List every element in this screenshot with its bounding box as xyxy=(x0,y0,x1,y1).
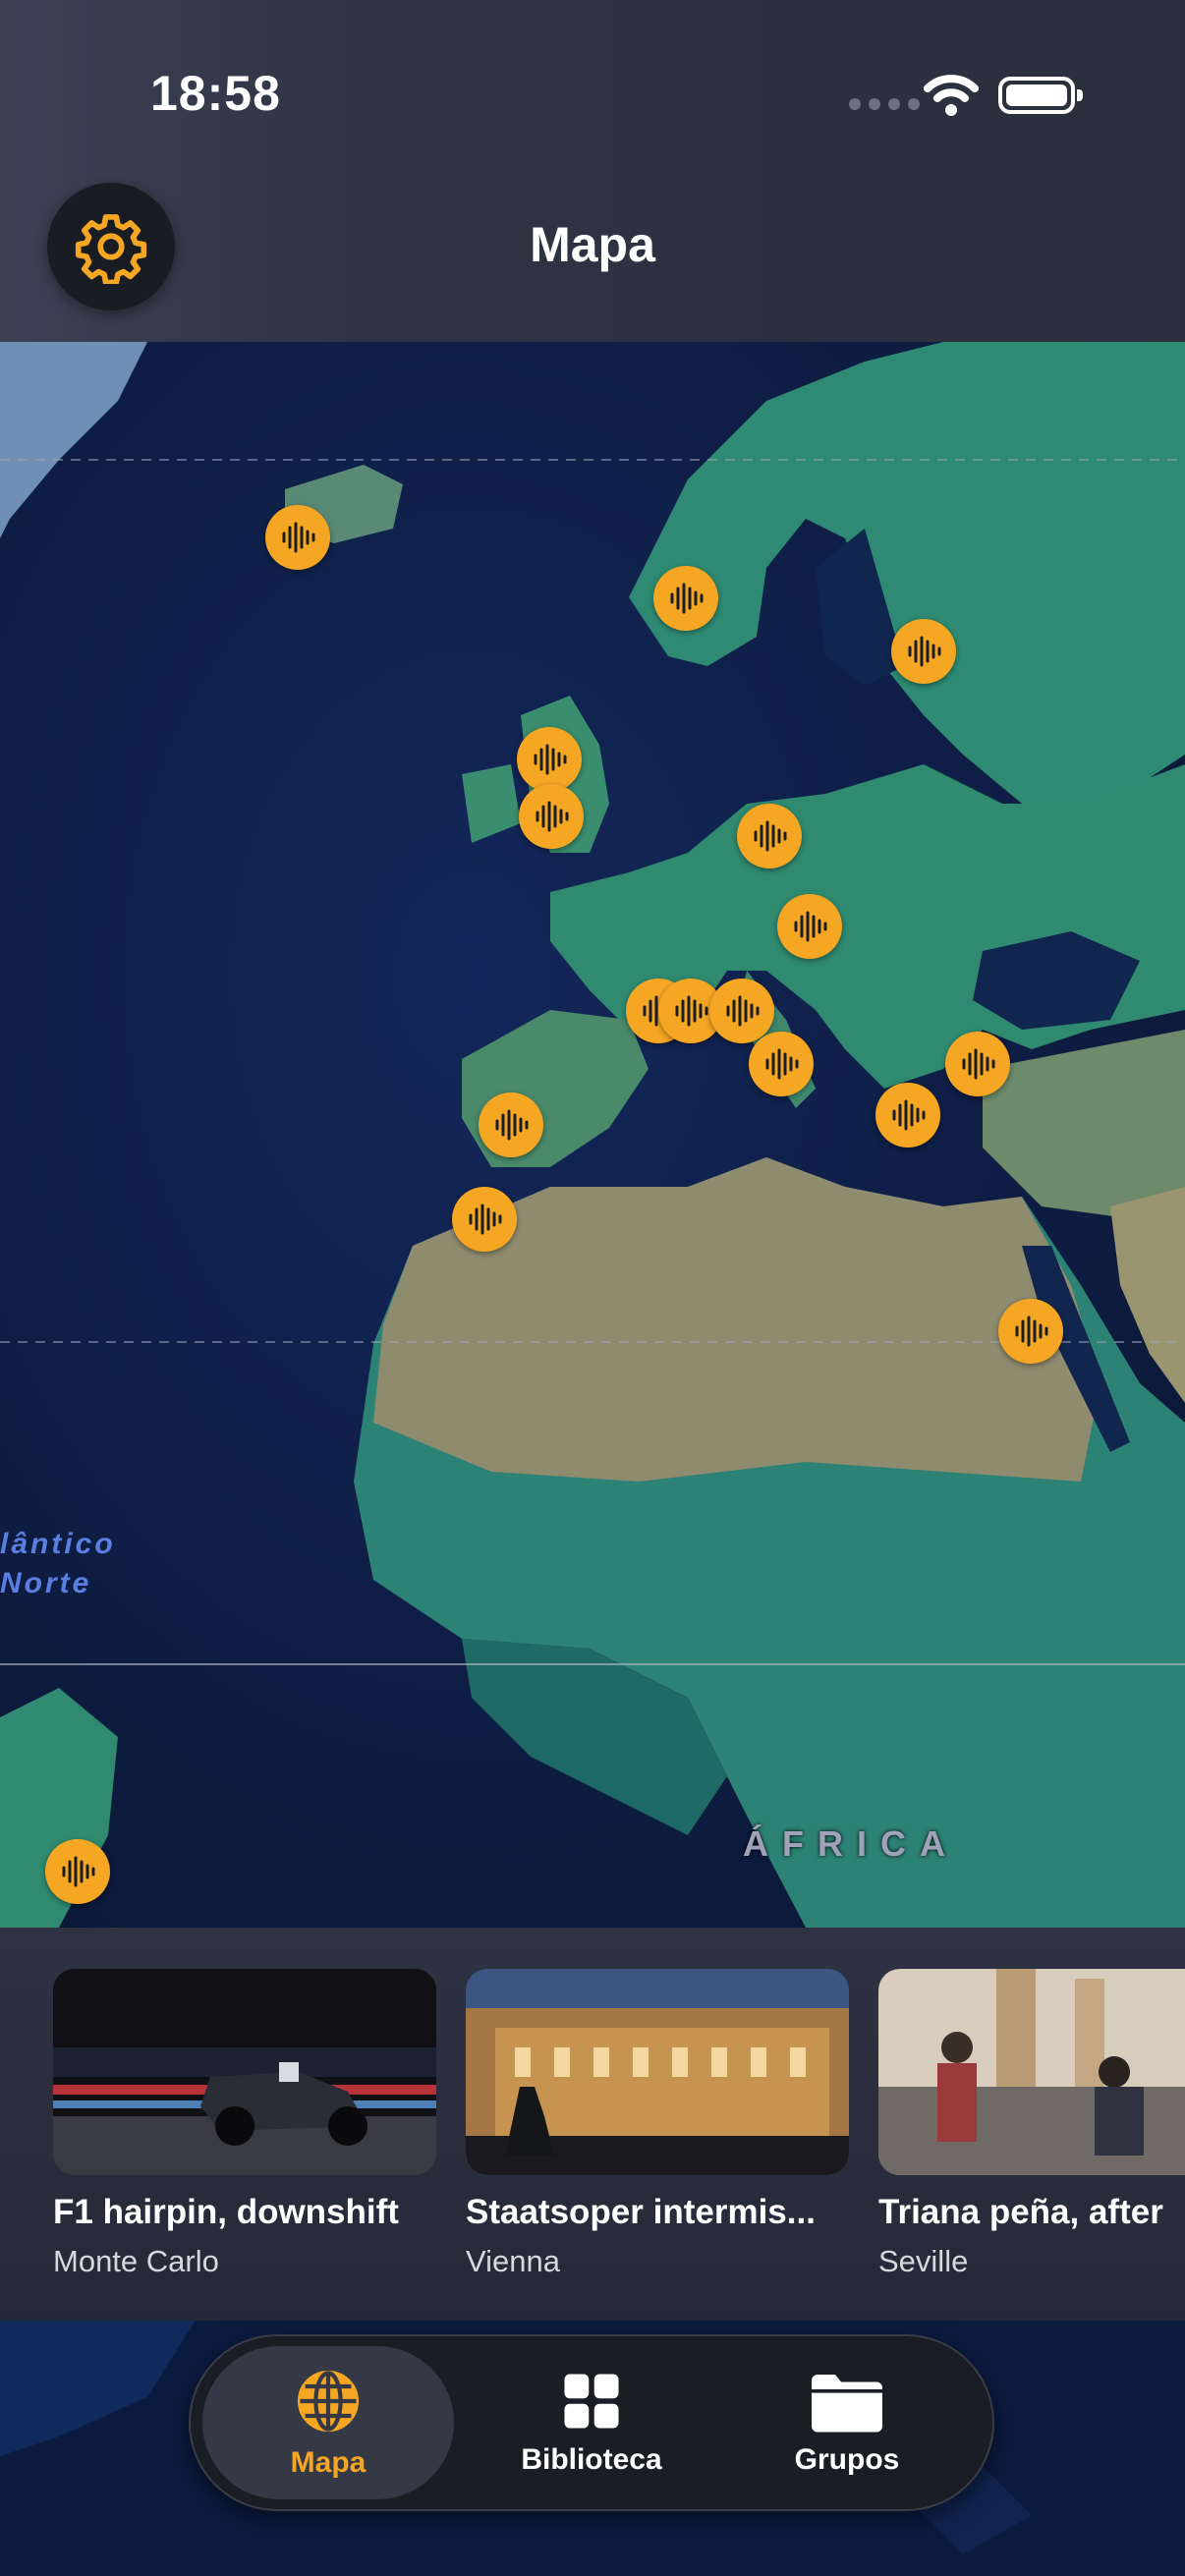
map-pin-milan[interactable] xyxy=(709,979,774,1043)
recording-card[interactable]: Staatsoper intermis... Vienna xyxy=(466,1969,849,2279)
tab-label: Mapa xyxy=(290,2446,367,2479)
audio-waveform-icon xyxy=(765,1048,799,1080)
map-pin-germany[interactable] xyxy=(737,804,802,868)
folder-icon xyxy=(812,2375,882,2433)
audio-waveform-icon xyxy=(726,995,760,1027)
cellular-signal-icon xyxy=(849,98,920,110)
card-location: Monte Carlo xyxy=(53,2244,219,2278)
card-thumbnail-seville xyxy=(878,1969,1185,2175)
map-pin-norway[interactable] xyxy=(653,566,718,631)
recording-card[interactable]: F1 hairpin, downshift Monte Carlo xyxy=(53,1969,436,2279)
audio-waveform-icon xyxy=(282,522,315,553)
audio-waveform-icon xyxy=(794,911,827,942)
wifi-icon xyxy=(924,75,979,116)
card-location: Seville xyxy=(878,2244,969,2278)
card-location: Vienna xyxy=(466,2244,560,2278)
top-bar: 18:58 Mapa xyxy=(0,0,1185,342)
audio-waveform-icon xyxy=(1015,1316,1048,1347)
tab-biblioteca[interactable]: Biblioteca xyxy=(466,2346,717,2499)
audio-waveform-icon xyxy=(675,995,708,1027)
audio-waveform-icon xyxy=(754,820,787,852)
map-pin-rome[interactable] xyxy=(749,1032,814,1096)
audio-waveform-icon xyxy=(892,1099,926,1131)
continent-label: ÁFRICA xyxy=(743,1823,959,1864)
audio-waveform-icon xyxy=(495,1109,529,1141)
card-thumbnail-f1 xyxy=(53,1969,436,2175)
audio-waveform-icon xyxy=(534,744,567,775)
map-pin-istanbul[interactable] xyxy=(945,1032,1010,1096)
card-title: Staatsoper intermis... xyxy=(466,2193,816,2231)
world-map[interactable]: lântico Norte ÁFRICA xyxy=(0,342,1185,1928)
map-terrain xyxy=(0,342,1185,1928)
map-pin-seville[interactable] xyxy=(479,1092,543,1157)
audio-waveform-icon xyxy=(962,1048,995,1080)
globe-icon xyxy=(297,2370,360,2433)
map-pin-iceland[interactable] xyxy=(265,505,330,570)
tab-bar: Mapa Biblioteca Grupos xyxy=(189,2334,994,2511)
recordings-carousel[interactable]: F1 hairpin, downshift Monte Carlo Staats… xyxy=(0,1928,1185,2321)
audio-waveform-icon xyxy=(469,1204,502,1235)
audio-waveform-icon xyxy=(536,801,569,832)
tab-label: Biblioteca xyxy=(521,2443,662,2476)
card-thumbnail-vienna xyxy=(466,1969,849,2175)
card-title: Triana peña, after xyxy=(878,2193,1163,2231)
audio-waveform-icon xyxy=(670,583,704,614)
status-time: 18:58 xyxy=(150,66,281,121)
tab-label: Grupos xyxy=(794,2443,900,2476)
tab-grupos[interactable]: Grupos xyxy=(721,2346,973,2499)
map-pin-morocco[interactable] xyxy=(452,1187,517,1252)
grid-icon xyxy=(564,2374,619,2429)
tab-mapa[interactable]: Mapa xyxy=(202,2346,454,2499)
map-pin-scotland[interactable] xyxy=(517,727,582,792)
map-pin-finland[interactable] xyxy=(891,619,956,684)
recording-card[interactable]: Triana peña, after Seville xyxy=(878,1969,1185,2279)
card-title: F1 hairpin, downshift xyxy=(53,2193,399,2231)
ocean-label: lântico Norte xyxy=(0,1528,116,1599)
map-pin-brazil[interactable] xyxy=(45,1839,110,1904)
map-pin-athens[interactable] xyxy=(875,1083,940,1148)
audio-waveform-icon xyxy=(62,1856,95,1887)
page-title: Mapa xyxy=(530,217,655,272)
map-pin-england[interactable] xyxy=(519,784,584,849)
battery-icon xyxy=(998,77,1083,114)
map-pin-egypt[interactable] xyxy=(998,1299,1063,1364)
audio-waveform-icon xyxy=(908,636,941,667)
map-pin-austria[interactable] xyxy=(777,894,842,959)
